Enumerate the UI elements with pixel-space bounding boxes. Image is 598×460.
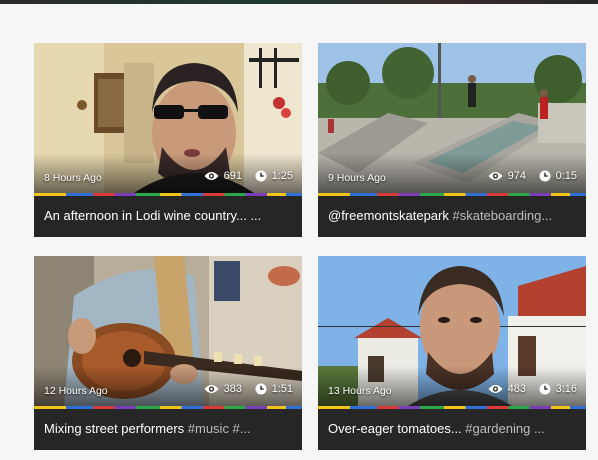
video-tags: #skateboarding... [452,208,553,223]
view-count-value: 483 [507,383,526,395]
video-card-skatepark[interactable]: 9 Hours Ago 974 0:15 @freemontskatepark … [318,43,586,237]
video-thumbnail[interactable]: 9 Hours Ago 974 0:15 [318,43,586,193]
view-count: 383 [204,383,242,395]
view-count: 974 [488,170,526,182]
video-thumbnail[interactable]: 8 Hours Ago 691 1:25 [34,43,302,193]
eye-icon [204,171,219,181]
video-card-tomatoes[interactable]: 13 Hours Ago 483 3:16 Over-eager tomatoe… [318,256,586,450]
clock-icon [539,170,551,182]
view-count-value: 383 [223,383,242,395]
eye-icon [204,384,219,394]
view-count: 691 [204,170,242,182]
video-thumbnail[interactable]: 12 Hours Ago 383 1:51 [34,256,302,406]
duration: 1:51 [255,383,293,395]
video-card-street-performers[interactable]: 12 Hours Ago 383 1:51 Mixing street perf… [34,256,302,450]
video-card-lodi[interactable]: 8 Hours Ago 691 1:25 An afternoon in Lod… [34,43,302,237]
upload-age: 12 Hours Ago [44,385,108,397]
duration-value: 1:25 [271,170,293,182]
view-count: 483 [488,383,526,395]
clock-icon [539,383,551,395]
video-title-text: Over-eager tomatoes... [328,421,466,436]
duration: 0:15 [539,170,577,182]
eye-icon [488,384,503,394]
duration: 1:25 [255,170,293,182]
video-title[interactable]: @freemontskatepark #skateboarding... [328,208,578,223]
color-stripe [34,193,302,196]
view-count-value: 691 [223,170,242,182]
duration-value: 0:15 [555,170,577,182]
clock-icon [255,170,267,182]
video-thumbnail[interactable]: 13 Hours Ago 483 3:16 [318,256,586,406]
video-tags: #gardening ... [465,421,545,436]
color-stripe [318,193,586,196]
video-title-text: @freemontskatepark [328,208,453,223]
duration-value: 1:51 [271,383,293,395]
video-title-text: An afternoon in Lodi wine country... ... [44,208,262,223]
upload-age: 13 Hours Ago [328,385,392,397]
eye-icon [488,171,503,181]
video-title-text: Mixing street performers [44,421,188,436]
video-title[interactable]: Mixing street performers #music #... [44,421,294,436]
color-stripe [34,406,302,409]
duration: 3:16 [539,383,577,395]
video-title[interactable]: An afternoon in Lodi wine country... ... [44,208,294,223]
video-title[interactable]: Over-eager tomatoes... #gardening ... [328,421,578,436]
view-count-value: 974 [507,170,526,182]
color-stripe [318,406,586,409]
top-bar [0,0,598,4]
clock-icon [255,383,267,395]
upload-age: 9 Hours Ago [328,172,386,184]
duration-value: 3:16 [555,383,577,395]
upload-age: 8 Hours Ago [44,172,102,184]
video-tags: #music #... [187,421,251,436]
